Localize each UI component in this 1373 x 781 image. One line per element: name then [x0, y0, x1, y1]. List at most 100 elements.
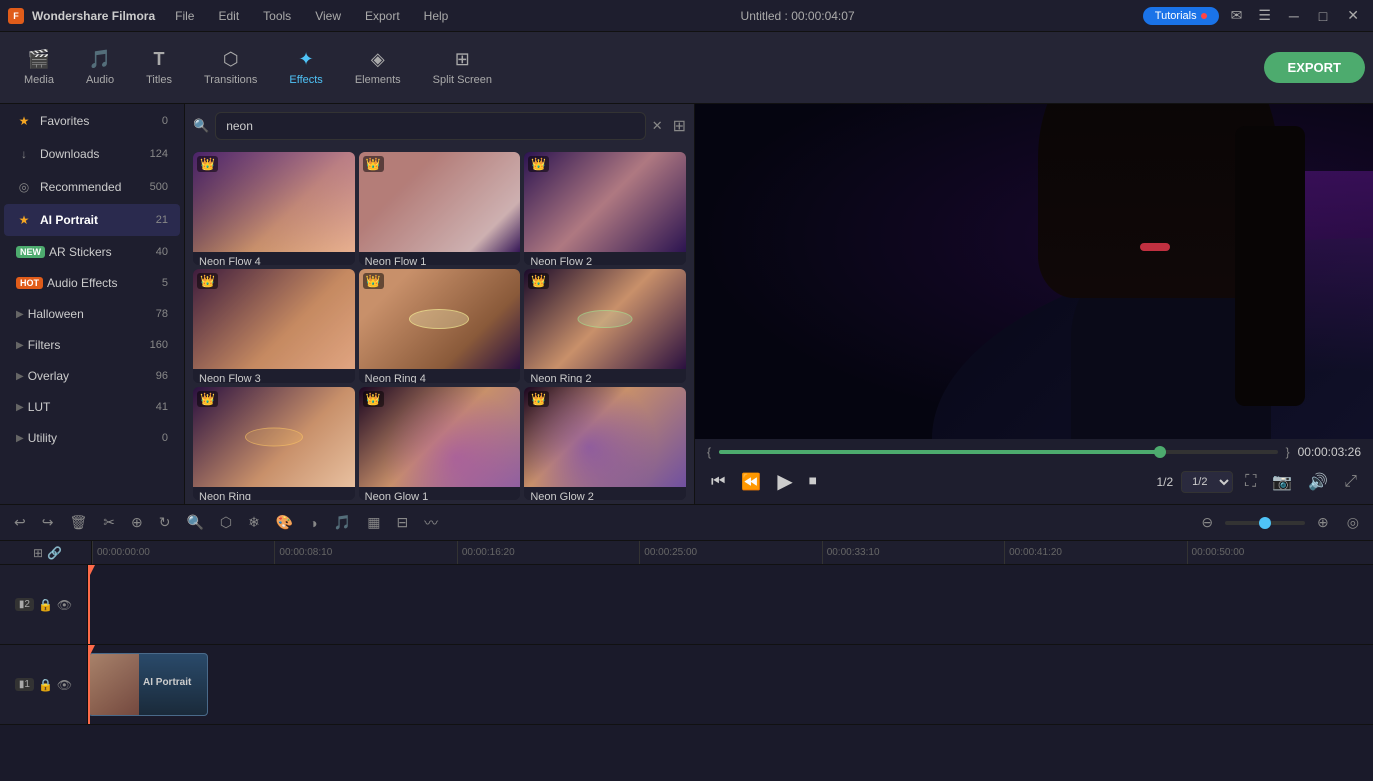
- toolbar-media[interactable]: 🎬 Media: [8, 41, 70, 94]
- effect-item-neon-ring-4[interactable]: 👑 Neon Ring 4: [359, 269, 521, 382]
- lock-icon-2[interactable]: 🔒: [38, 598, 53, 612]
- toolbar-audio[interactable]: 🎵 Audio: [70, 41, 130, 94]
- sidebar-item-audio-effects[interactable]: HOT Audio Effects 5: [4, 268, 180, 298]
- effect-item-neon-flow-3[interactable]: 👑 Neon Flow 3: [193, 269, 355, 382]
- progress-bar[interactable]: [719, 450, 1278, 454]
- split-button[interactable]: ⊟: [390, 510, 414, 535]
- sidebar-label-downloads: Downloads: [40, 147, 150, 161]
- sidebar-item-downloads[interactable]: ↓ Downloads 124: [4, 138, 180, 170]
- play-button[interactable]: ▶: [773, 465, 796, 498]
- effect-item-neon-ring[interactable]: 👑 Neon Ring: [193, 387, 355, 500]
- effect-item-neon-flow-2[interactable]: 👑 Neon Flow 2: [524, 152, 686, 265]
- add-track-icon[interactable]: ⊞: [33, 546, 43, 560]
- waveform-button[interactable]: 〰: [418, 509, 444, 537]
- menu-file[interactable]: File: [171, 7, 198, 25]
- expand-icon[interactable]: ⤢: [1340, 469, 1361, 495]
- zoom-out-button[interactable]: ⊖: [1195, 510, 1219, 535]
- sidebar-item-utility[interactable]: ▶ Utility 0: [4, 423, 180, 453]
- sidebar-label-filters: Filters: [28, 338, 150, 352]
- bracket-right: }: [1286, 445, 1290, 459]
- sidebar-item-ar-stickers[interactable]: NEW AR Stickers 40: [4, 237, 180, 267]
- effect-item-neon-glow-2[interactable]: 👑 Neon Glow 2: [524, 387, 686, 500]
- effect-name-7: Neon Ring: [193, 487, 355, 500]
- fit-button[interactable]: ◎: [1341, 510, 1365, 535]
- stop-button[interactable]: ⏹: [805, 469, 821, 495]
- effect-item-neon-ring-2[interactable]: 👑 Neon Ring 2: [524, 269, 686, 382]
- snapshot-icon[interactable]: 📷: [1268, 468, 1296, 496]
- menu-view[interactable]: View: [311, 7, 345, 25]
- menu-export[interactable]: Export: [361, 7, 404, 25]
- toolbar-effects[interactable]: ✦ Effects: [273, 41, 338, 94]
- undo-button[interactable]: ↩: [8, 510, 32, 535]
- minimize-button[interactable]: ─: [1283, 6, 1305, 26]
- notification-dot: [1201, 13, 1207, 19]
- volume-icon[interactable]: 🔊: [1304, 468, 1332, 496]
- tutorials-button[interactable]: Tutorials: [1143, 7, 1219, 25]
- step-back-button[interactable]: ⏮: [707, 469, 729, 495]
- rotate-button[interactable]: ↻: [153, 510, 177, 535]
- link-icon[interactable]: 🔗: [47, 546, 62, 560]
- video-clip[interactable]: AI Portrait: [88, 653, 208, 716]
- effect-item-neon-glow-1[interactable]: 👑 Neon Glow 1: [359, 387, 521, 500]
- crown-icon-9: 👑: [528, 391, 549, 407]
- eye-icon-1[interactable]: 👁: [57, 678, 72, 692]
- menu-tools[interactable]: Tools: [259, 7, 295, 25]
- progress-fill: [719, 450, 1166, 454]
- ruler-mark-1: 00:00:08:10: [274, 541, 456, 565]
- sidebar-label-overlay: Overlay: [28, 369, 156, 383]
- grid-view-icon[interactable]: ⊞: [673, 116, 686, 136]
- audio-track-button[interactable]: 🎵: [328, 510, 357, 535]
- sidebar-item-filters[interactable]: ▶ Filters 160: [4, 330, 180, 360]
- chevron-icon-utility: ▶: [16, 433, 24, 444]
- effect-thumb-9: 👑: [524, 387, 686, 487]
- resolution-select[interactable]: 1/2 1/4 Full: [1181, 471, 1233, 493]
- search-input[interactable]: [215, 112, 646, 140]
- sidebar-label-lut: LUT: [28, 400, 156, 414]
- redo-button[interactable]: ↪: [36, 510, 60, 535]
- media-icon: 🎬: [28, 49, 50, 70]
- sidebar-item-favorites[interactable]: ★ Favorites 0: [4, 105, 180, 137]
- menu-help[interactable]: Help: [420, 7, 453, 25]
- lock-icon-1[interactable]: 🔒: [38, 678, 53, 692]
- clip-label: AI Portrait: [143, 677, 203, 688]
- toolbar-titles[interactable]: T Titles: [130, 41, 188, 94]
- toolbar-split-screen[interactable]: ⊞ Split Screen: [417, 41, 508, 94]
- search-clear-button[interactable]: ✕: [652, 118, 663, 134]
- speed-button[interactable]: ⬡: [214, 510, 238, 535]
- close-button[interactable]: ✕: [1341, 5, 1365, 26]
- playhead-track2: [88, 565, 90, 644]
- zoom-button[interactable]: 🔍: [180, 510, 209, 535]
- crown-icon-1: 👑: [197, 156, 218, 172]
- ai-portrait-icon: ★: [16, 212, 32, 228]
- sidebar-item-recommended[interactable]: ◎ Recommended 500: [4, 171, 180, 203]
- effect-item-neon-flow-1[interactable]: 👑 Neon Flow 1: [359, 152, 521, 265]
- delete-button[interactable]: 🗑: [63, 510, 93, 535]
- mask-button[interactable]: ◑: [303, 511, 323, 535]
- ruler-mark-5: 00:00:41:20: [1004, 541, 1186, 565]
- maximize-button[interactable]: □: [1313, 6, 1333, 26]
- menu-edit[interactable]: Edit: [214, 7, 243, 25]
- sidebar-item-lut[interactable]: ▶ LUT 41: [4, 392, 180, 422]
- cut-button[interactable]: ✂: [97, 510, 121, 535]
- color-button[interactable]: 🎨: [270, 510, 299, 535]
- freeze-button[interactable]: ❄: [242, 510, 266, 535]
- app-name: Wondershare Filmora: [32, 9, 155, 23]
- sidebar: ★ Favorites 0 ↓ Downloads 124 ◎ Recommen…: [0, 104, 185, 504]
- sidebar-item-halloween[interactable]: ▶ Halloween 78: [4, 299, 180, 329]
- sidebar-label-favorites: Favorites: [40, 114, 162, 128]
- sidebar-item-ai-portrait[interactable]: ★ AI Portrait 21: [4, 204, 180, 236]
- filter-track-button[interactable]: ▦: [361, 510, 386, 535]
- sidebar-item-overlay[interactable]: ▶ Overlay 96: [4, 361, 180, 391]
- toolbar-transitions[interactable]: ⬡ Transitions: [188, 41, 273, 94]
- mail-icon[interactable]: ✉: [1227, 5, 1247, 26]
- eye-icon-2[interactable]: 👁: [57, 598, 72, 612]
- zoom-slider[interactable]: [1225, 521, 1305, 525]
- effect-item-neon-flow-4[interactable]: 👑 Neon Flow 4: [193, 152, 355, 265]
- menu-icon[interactable]: ☰: [1254, 5, 1275, 26]
- export-button[interactable]: EXPORT: [1264, 52, 1365, 83]
- crop-button[interactable]: ⊕: [125, 510, 149, 535]
- rewind-button[interactable]: ⏪: [737, 468, 765, 496]
- toolbar-elements[interactable]: ◈ Elements: [339, 41, 417, 94]
- fullscreen-icon[interactable]: ⛶: [1241, 469, 1260, 495]
- zoom-in-button[interactable]: ⊕: [1311, 510, 1335, 535]
